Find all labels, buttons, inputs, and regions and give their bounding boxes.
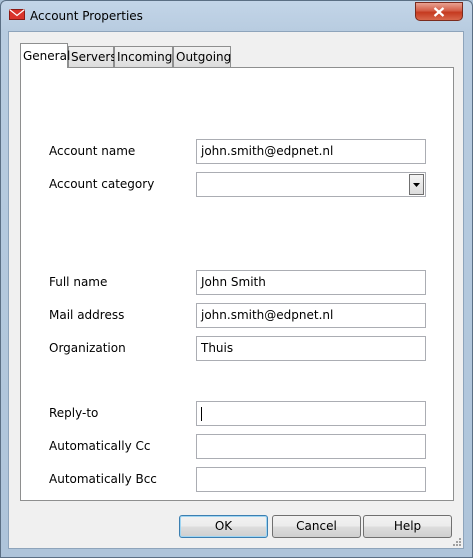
ok-button[interactable]: OK — [179, 515, 268, 538]
cancel-button[interactable]: Cancel — [272, 515, 361, 538]
tab-outgoing[interactable]: Outgoing — [173, 46, 231, 67]
account-category-combo[interactable] — [196, 172, 426, 197]
tab-general[interactable]: General — [20, 43, 70, 68]
dialog-window: Account Properties General Servers Incom… — [0, 0, 473, 558]
general-panel: Account name john.smith@edpnet.nl Accoun… — [20, 67, 454, 501]
account-category-label: Account category — [49, 177, 155, 191]
reply-to-field[interactable] — [196, 401, 426, 426]
close-icon — [433, 6, 445, 17]
tab-incoming[interactable]: Incoming — [114, 46, 173, 67]
help-button[interactable]: Help — [363, 515, 452, 538]
tab-servers[interactable]: Servers — [68, 46, 117, 67]
mail-address-field[interactable]: john.smith@edpnet.nl — [196, 303, 426, 328]
full-name-label: Full name — [49, 275, 108, 289]
window-title: Account Properties — [30, 9, 143, 23]
mail-address-label: Mail address — [49, 308, 125, 322]
organization-field[interactable]: Thuis — [196, 336, 426, 361]
account-name-label: Account name — [49, 144, 136, 158]
close-button[interactable] — [415, 2, 463, 21]
auto-cc-field[interactable] — [196, 434, 426, 459]
envelope-icon — [9, 8, 25, 21]
text-caret — [201, 406, 202, 421]
resize-grip-icon[interactable] — [451, 536, 461, 546]
dialog-client: General Servers Incoming Outgoing Accoun… — [8, 31, 464, 549]
auto-bcc-field[interactable] — [196, 467, 426, 492]
reply-to-label: Reply-to — [49, 406, 99, 420]
organization-label: Organization — [49, 341, 126, 355]
auto-bcc-label: Automatically Bcc — [49, 472, 157, 486]
title-bar[interactable]: Account Properties — [1, 1, 472, 31]
account-name-field[interactable]: john.smith@edpnet.nl — [196, 139, 426, 164]
chevron-down-icon — [413, 182, 420, 187]
dropdown-button[interactable] — [409, 174, 424, 195]
auto-cc-label: Automatically Cc — [49, 439, 151, 453]
full-name-field[interactable]: John Smith — [196, 270, 426, 295]
